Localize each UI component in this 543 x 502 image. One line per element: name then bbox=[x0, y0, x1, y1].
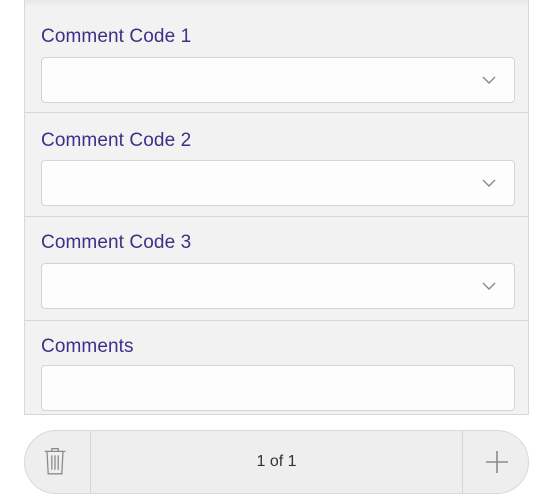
comments-input[interactable] bbox=[41, 365, 515, 411]
comment-code-1-dropdown[interactable] bbox=[41, 57, 515, 103]
panel-bottom-border bbox=[24, 414, 529, 415]
comments-label: Comments bbox=[41, 336, 134, 357]
comment-code-2-dropdown[interactable] bbox=[41, 160, 515, 206]
comment-code-3-dropdown[interactable] bbox=[41, 263, 515, 309]
comments-section: Comments bbox=[25, 320, 528, 414]
chevron-down-icon bbox=[482, 179, 496, 187]
record-pager: 1 of 1 bbox=[24, 430, 529, 494]
comment-code-3-label: Comment Code 3 bbox=[41, 232, 192, 253]
comment-code-2-section: Comment Code 2 bbox=[25, 112, 528, 217]
comment-code-3-section: Comment Code 3 bbox=[25, 216, 528, 321]
comment-code-1-section: Comment Code 1 bbox=[25, 0, 528, 113]
comment-code-1-label: Comment Code 1 bbox=[41, 26, 192, 47]
form-panel: Comment Code 1 Comment Code 2 Comment Co… bbox=[24, 0, 529, 415]
chevron-down-icon bbox=[482, 76, 496, 84]
trash-icon bbox=[44, 447, 66, 475]
comment-code-2-label: Comment Code 2 bbox=[41, 130, 192, 151]
add-button[interactable] bbox=[462, 431, 528, 493]
delete-button[interactable] bbox=[25, 431, 91, 493]
chevron-down-icon bbox=[482, 282, 496, 290]
page-indicator: 1 of 1 bbox=[256, 453, 297, 470]
plus-icon bbox=[486, 451, 508, 473]
